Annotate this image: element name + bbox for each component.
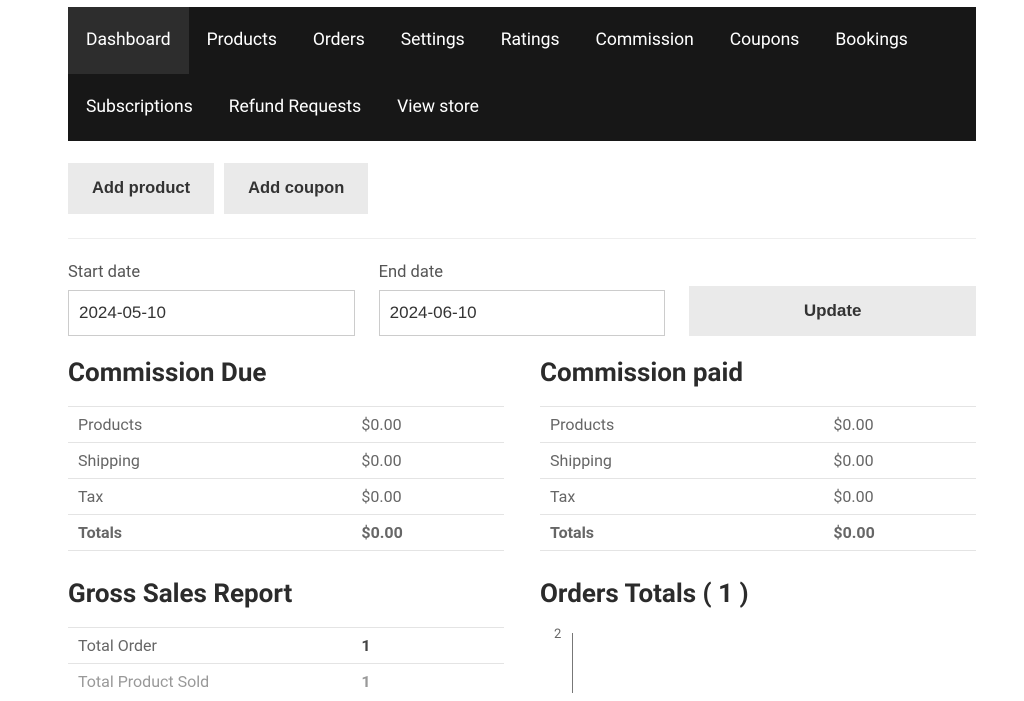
row-value: $0.00 bbox=[823, 478, 976, 514]
table-row: Shipping$0.00 bbox=[68, 442, 504, 478]
row-value: $0.00 bbox=[351, 478, 504, 514]
row-label: Products bbox=[68, 406, 351, 442]
gross-sales-title: Gross Sales Report bbox=[68, 579, 504, 609]
row-value: $0.00 bbox=[351, 442, 504, 478]
nav-tab-orders[interactable]: Orders bbox=[295, 7, 383, 74]
row-label: Total Product Sold bbox=[68, 663, 351, 699]
table-row: Tax$0.00 bbox=[68, 478, 504, 514]
start-date-input[interactable] bbox=[68, 290, 355, 336]
row-value: 1 bbox=[351, 663, 504, 699]
row-label: Tax bbox=[68, 478, 351, 514]
totals-label: Totals bbox=[68, 514, 351, 550]
nav-tab-ratings[interactable]: Ratings bbox=[483, 7, 578, 74]
orders-totals-title: Orders Totals ( 1 ) bbox=[540, 579, 976, 609]
nav-tab-products[interactable]: Products bbox=[189, 7, 295, 74]
chart-ytick: 2 bbox=[554, 627, 561, 642]
table-totals-row: Totals$0.00 bbox=[540, 514, 976, 550]
end-date-input[interactable] bbox=[379, 290, 666, 336]
start-date-label: Start date bbox=[68, 263, 355, 282]
nav-tab-view-store[interactable]: View store bbox=[379, 74, 497, 141]
commission-paid-title: Commission paid bbox=[540, 358, 976, 388]
row-value: $0.00 bbox=[823, 406, 976, 442]
nav-tab-commission[interactable]: Commission bbox=[578, 7, 712, 74]
add-product-button[interactable]: Add product bbox=[68, 163, 214, 214]
row-label: Shipping bbox=[68, 442, 351, 478]
totals-value: $0.00 bbox=[351, 514, 504, 550]
nav-tab-dashboard[interactable]: Dashboard bbox=[68, 7, 189, 74]
main-nav: DashboardProductsOrdersSettingsRatingsCo… bbox=[68, 7, 976, 141]
row-label: Products bbox=[540, 406, 823, 442]
nav-tab-subscriptions[interactable]: Subscriptions bbox=[68, 74, 211, 141]
commission-due-table: Products$0.00Shipping$0.00Tax$0.00Totals… bbox=[68, 406, 504, 551]
orders-chart: 2 bbox=[540, 627, 976, 687]
row-value: $0.00 bbox=[823, 442, 976, 478]
end-date-label: End date bbox=[379, 263, 666, 282]
row-label: Shipping bbox=[540, 442, 823, 478]
commission-due-title: Commission Due bbox=[68, 358, 504, 388]
nav-tab-coupons[interactable]: Coupons bbox=[712, 7, 818, 74]
add-coupon-button[interactable]: Add coupon bbox=[224, 163, 368, 214]
table-totals-row: Totals$0.00 bbox=[68, 514, 504, 550]
table-row: Products$0.00 bbox=[68, 406, 504, 442]
nav-tab-refund-requests[interactable]: Refund Requests bbox=[211, 74, 379, 141]
table-row: Tax$0.00 bbox=[540, 478, 976, 514]
row-value: 1 bbox=[351, 627, 504, 663]
chart-yaxis bbox=[572, 633, 573, 693]
totals-value: $0.00 bbox=[823, 514, 976, 550]
row-value: $0.00 bbox=[351, 406, 504, 442]
table-row: Shipping$0.00 bbox=[540, 442, 976, 478]
commission-paid-table: Products$0.00Shipping$0.00Tax$0.00Totals… bbox=[540, 406, 976, 551]
nav-tab-bookings[interactable]: Bookings bbox=[817, 7, 926, 74]
table-row: Products$0.00 bbox=[540, 406, 976, 442]
table-row: Total Order1 bbox=[68, 627, 504, 663]
action-bar: Add product Add coupon bbox=[68, 163, 976, 239]
gross-sales-table: Total Order1Total Product Sold1 bbox=[68, 627, 504, 699]
update-button[interactable]: Update bbox=[689, 286, 976, 336]
row-label: Total Order bbox=[68, 627, 351, 663]
nav-tab-settings[interactable]: Settings bbox=[383, 7, 483, 74]
table-row: Total Product Sold1 bbox=[68, 663, 504, 699]
totals-label: Totals bbox=[540, 514, 823, 550]
date-filter: Start date End date Update bbox=[68, 263, 976, 336]
row-label: Tax bbox=[540, 478, 823, 514]
